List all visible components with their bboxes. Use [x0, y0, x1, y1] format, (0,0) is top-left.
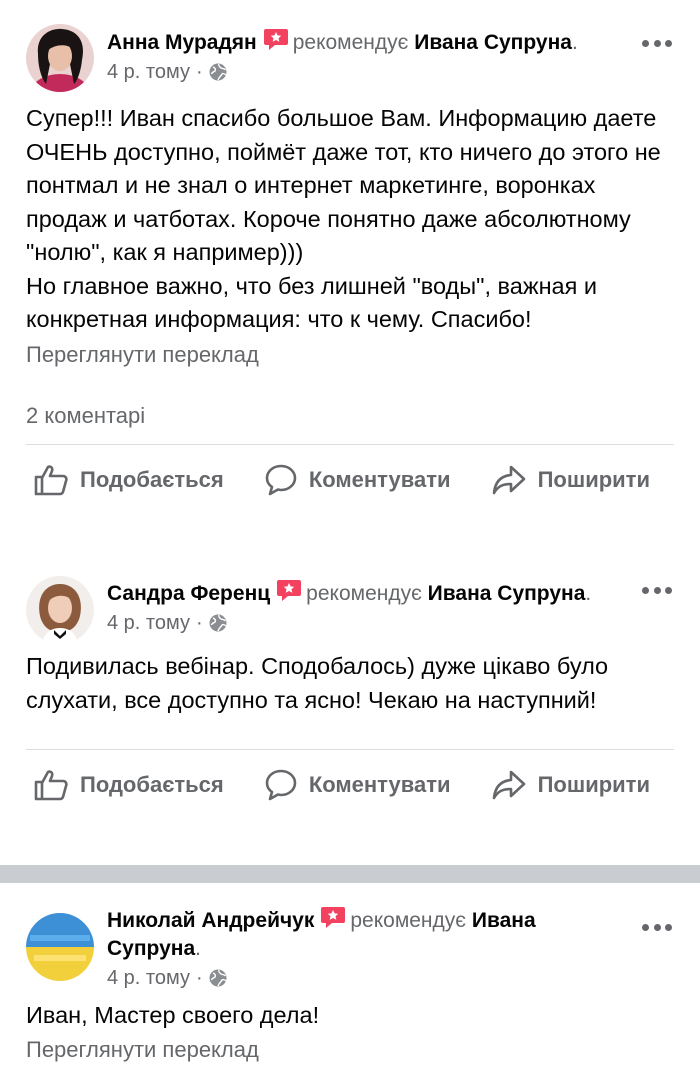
post-1: Анна Мурадян рекомендує Ивана Супруна. 4 …	[0, 0, 700, 545]
thumbs-up-icon	[34, 464, 68, 495]
share-button[interactable]: Поширити	[492, 770, 650, 800]
recommend-verb: рекомендує	[306, 582, 422, 605]
recommend-verb: рекомендує	[350, 909, 467, 932]
share-arrow-icon	[492, 770, 525, 800]
meta-dot: ·	[195, 61, 203, 83]
see-translation-link[interactable]: Переглянути переклад	[0, 1035, 700, 1065]
comment-label: Коментувати	[308, 466, 451, 492]
post-actions: Подобається Коментувати Поширити	[0, 750, 700, 820]
post-time[interactable]: 4 р. тому	[107, 610, 190, 636]
author-name[interactable]: Анна Мурадян	[107, 31, 257, 54]
author-name[interactable]: Сандра Ференц	[107, 582, 270, 605]
share-button[interactable]: Поширити	[492, 465, 650, 495]
post-meta: 4 р. тому ·	[107, 610, 630, 636]
post-header-line: Николай Андрейчук рекомендує Ивана Супрун…	[107, 906, 630, 963]
post-time[interactable]: 4 р. тому	[107, 965, 190, 991]
post-body: Подивилась вебінар. Сподобалось) дуже ці…	[0, 650, 700, 717]
thumbs-up-icon	[34, 770, 68, 801]
comment-bubble-icon	[265, 769, 297, 801]
post-body: Иван, Мастер своего дела!	[0, 999, 700, 1033]
recommend-star-icon	[263, 29, 288, 50]
post-body: Супер!!! Иван спасибо большое Вам. Инфор…	[0, 102, 700, 337]
post-text: Подивилась вебінар. Сподобалось) дуже ці…	[26, 653, 609, 713]
post-text: Иван, Мастер своего дела!	[26, 1002, 320, 1028]
comment-button[interactable]: Коментувати	[265, 464, 451, 496]
meta-dot: ·	[195, 967, 203, 989]
post-time[interactable]: 4 р. тому	[107, 59, 190, 85]
globe-icon	[209, 614, 227, 632]
post-meta: 4 р. тому ·	[107, 59, 630, 85]
recommend-star-icon	[277, 580, 302, 601]
comment-label: Коментувати	[308, 772, 451, 797]
author-name[interactable]: Николай Андрейчук	[107, 909, 314, 932]
header-period: .	[195, 937, 201, 960]
share-arrow-icon	[492, 465, 525, 494]
post-2: Сандра Ференц рекомендує Ивана Супруна. 4…	[0, 545, 700, 865]
post-actions: Подобається Коментувати Поширити	[0, 445, 700, 515]
recommend-verb: рекомендує	[292, 31, 409, 54]
header-period: .	[585, 582, 592, 605]
comment-button[interactable]: Коментувати	[265, 769, 451, 801]
see-translation-link[interactable]: Переглянути переклад	[0, 340, 700, 370]
header-period: .	[571, 31, 578, 54]
globe-icon	[209, 969, 227, 987]
recommended-page[interactable]: Ивана Супруна	[428, 582, 586, 605]
globe-icon	[209, 63, 227, 81]
section-separator	[0, 865, 700, 883]
like-label: Подобається	[80, 466, 224, 492]
post-text: Супер!!! Иван спасибо большое Вам. Инфор…	[26, 105, 661, 332]
like-label: Подобається	[80, 772, 224, 797]
post-meta: 4 р. тому ·	[107, 965, 630, 991]
share-label: Поширити	[537, 466, 650, 492]
comments-count[interactable]: 2 коментарі	[0, 401, 700, 431]
post-header-line: Анна Мурадян рекомендує Ивана Супруна.	[107, 28, 630, 57]
like-button[interactable]: Подобається	[34, 769, 224, 801]
recommend-star-icon	[321, 907, 346, 928]
post-3: Николай Андрейчук рекомендує Ивана Супрун…	[0, 883, 700, 1090]
recommended-page[interactable]: Ивана Супруна	[414, 31, 572, 54]
like-button[interactable]: Подобається	[34, 464, 224, 496]
share-label: Поширити	[537, 772, 650, 797]
comment-bubble-icon	[265, 464, 297, 495]
meta-dot: ·	[195, 612, 203, 634]
post-header-line: Сандра Ференц рекомендує Ивана Супруна.	[107, 579, 630, 608]
